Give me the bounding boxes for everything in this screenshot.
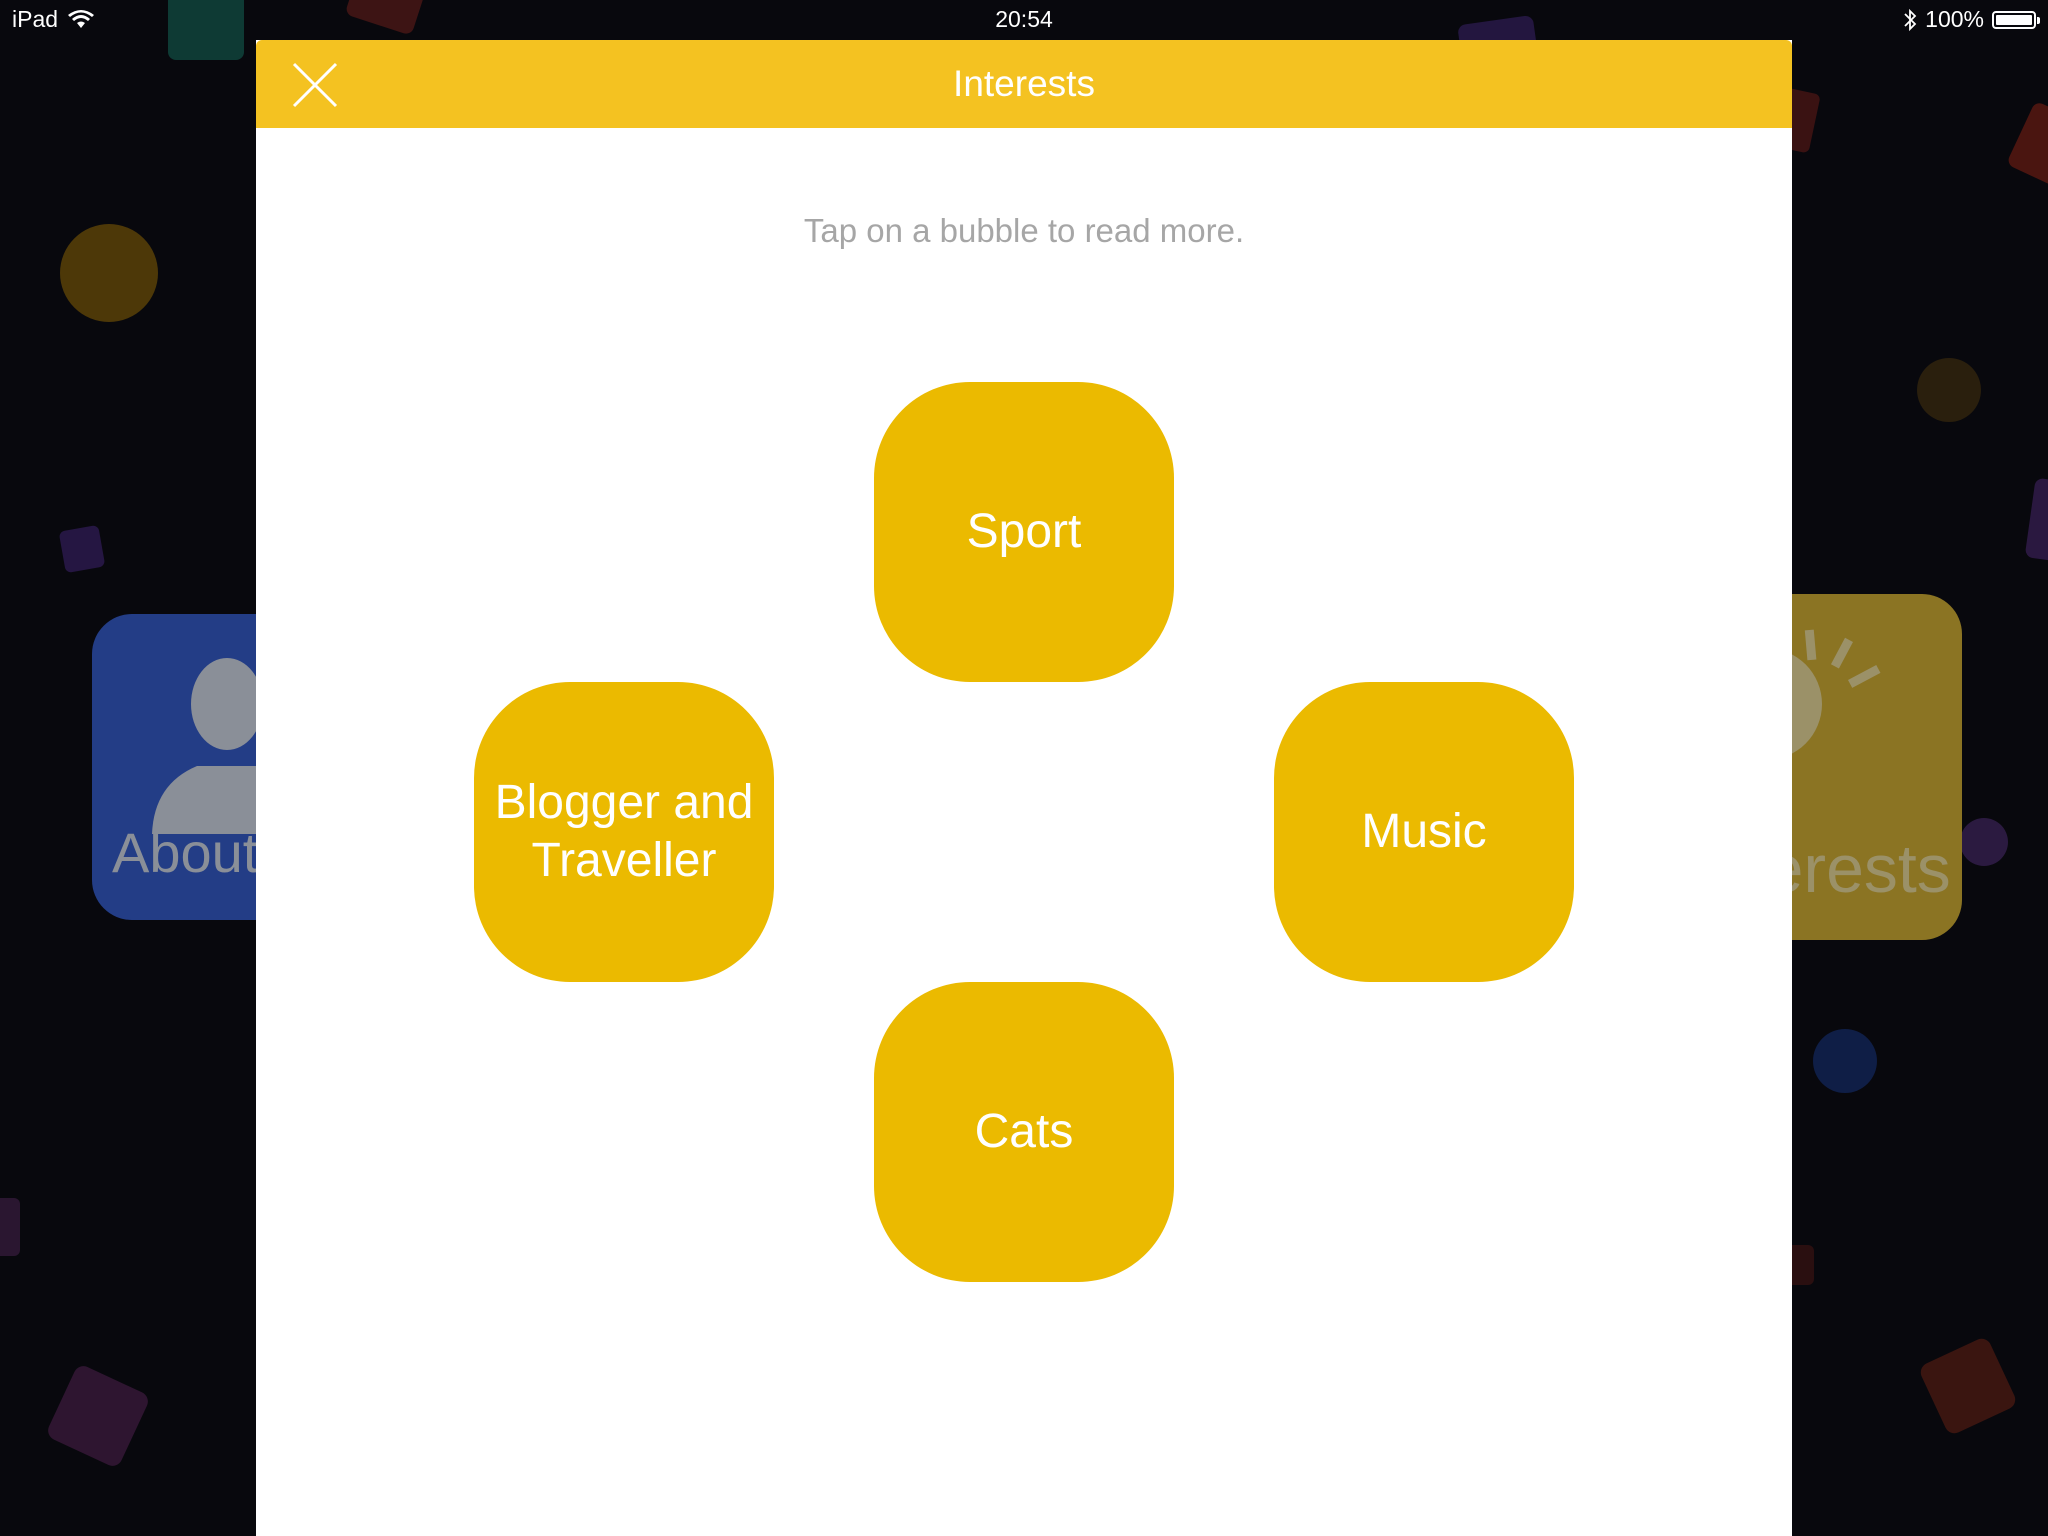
battery-icon bbox=[1992, 10, 2040, 29]
decor-square bbox=[44, 1362, 152, 1470]
bubble-sport[interactable]: Sport bbox=[874, 382, 1174, 682]
modal-header: Interests bbox=[256, 40, 1792, 128]
decor-square bbox=[58, 524, 106, 574]
interests-modal: Interests Tap on a bubble to read more. … bbox=[256, 40, 1792, 1536]
bubble-blogger-and-traveller[interactable]: Blogger and Traveller bbox=[474, 682, 774, 982]
decor-circle bbox=[1960, 818, 2008, 866]
decor-circle bbox=[1813, 1029, 1877, 1093]
bubble-label: Music bbox=[1361, 805, 1487, 858]
about-tile-label: About bbox=[112, 821, 259, 884]
status-bar: iPad 20:54 100% bbox=[0, 0, 2048, 40]
modal-title: Interests bbox=[953, 63, 1095, 104]
status-time: 20:54 bbox=[995, 6, 1053, 32]
bubble-label: Cats bbox=[974, 1105, 1074, 1158]
decor-circle bbox=[1917, 358, 1981, 422]
bubble-label-line2: Traveller bbox=[531, 834, 717, 887]
bluetooth-icon bbox=[1904, 8, 1917, 31]
hint-text: Tap on a bubble to read more. bbox=[803, 212, 1245, 249]
decor-square bbox=[2024, 477, 2048, 563]
decor-square bbox=[1917, 1335, 2019, 1437]
bubble-cats[interactable]: Cats bbox=[874, 982, 1174, 1282]
bubble-label-line1: Blogger and bbox=[494, 776, 754, 829]
bubble-label: Sport bbox=[966, 505, 1082, 558]
decor-circle bbox=[60, 224, 158, 322]
bubble-music[interactable]: Music bbox=[1274, 682, 1574, 982]
decor-square bbox=[2006, 100, 2048, 190]
battery-percentage: 100% bbox=[1925, 6, 1984, 32]
decor-square bbox=[0, 1198, 20, 1256]
